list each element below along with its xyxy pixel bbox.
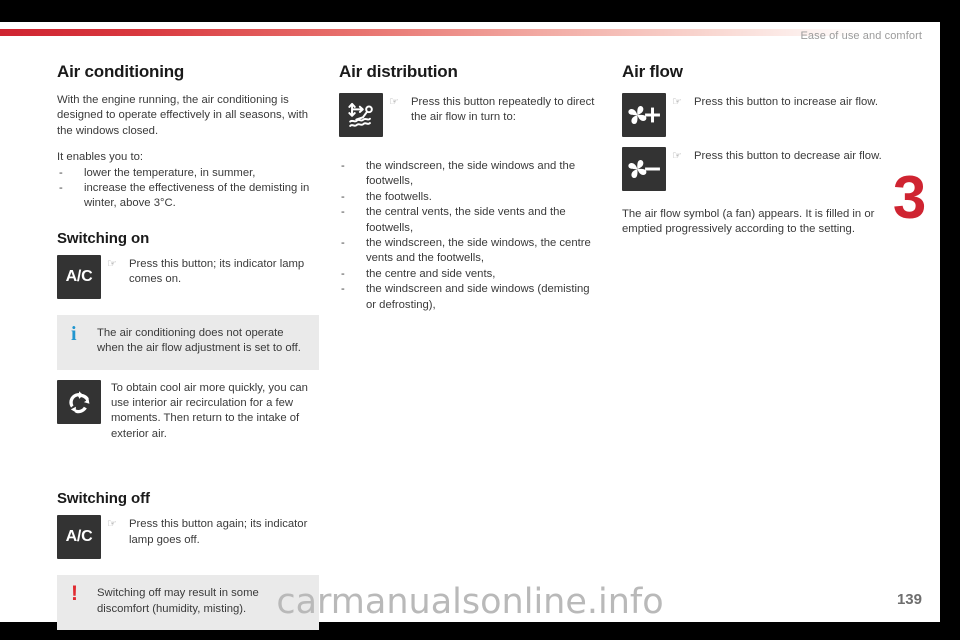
info-callout-text: The air conditioning does not operate wh… — [97, 326, 301, 355]
warning-icon: ! — [71, 582, 78, 606]
pointing-hand-icon: ☞ — [107, 518, 117, 531]
switching-off-caption-wrap: ☞ Press this button again; its indicator… — [101, 515, 319, 548]
list-item-label: the centre and side vents, — [366, 267, 496, 280]
warning-callout-text: Switching off may result in some discomf… — [97, 587, 259, 615]
air-flow-increase-caption-wrap: ☞ Press this button to increase air flow… — [666, 93, 884, 110]
dash-bullet: - — [341, 283, 345, 296]
fan-plus-icon[interactable] — [622, 93, 666, 137]
switching-off-caption: Press this button again; its indicator l… — [129, 518, 308, 546]
recirculation-note: To obtain cool air more quickly, you can… — [111, 381, 308, 440]
dash-bullet: - — [341, 206, 345, 219]
switching-on-caption-wrap: ☞ Press this button; its indicator lamp … — [101, 255, 319, 288]
list-item: - lower the temperature, in summer, — [57, 166, 319, 181]
air-recirculation-icon[interactable] — [57, 379, 101, 424]
enables-lead: It enables you to: — [57, 151, 144, 164]
air-flow-closing-paragraph: The air flow symbol (a fan) appears. It … — [622, 208, 875, 236]
list-item: - the centre and side vents, — [339, 267, 601, 282]
air-distribution-icon[interactable] — [339, 93, 383, 137]
list-item-label: the footwells. — [366, 190, 432, 203]
info-callout: i The air conditioning does not operate … — [57, 314, 319, 370]
pointing-hand-icon: ☞ — [672, 150, 682, 162]
dash-bullet: - — [59, 182, 63, 195]
switching-off-row: A/C ☞ Press this button again; its indic… — [57, 515, 319, 560]
dash-bullet: - — [59, 166, 63, 179]
header-rule — [0, 29, 940, 36]
list-item: - the footwells. — [339, 190, 601, 205]
pointing-hand-icon: ☞ — [107, 257, 117, 270]
air-flow-decrease-caption: Press this button to decrease air flow. — [694, 150, 882, 162]
list-item-label: lower the temperature, in summer, — [84, 166, 256, 179]
page-number: 139 — [896, 591, 922, 608]
enables-list: - lower the temperature, in summer, - in… — [57, 166, 319, 212]
fan-minus-icon[interactable] — [622, 147, 666, 191]
subtitle-switching-on: Switching on — [57, 229, 150, 247]
dash-bullet: - — [341, 237, 345, 250]
pointing-hand-icon: ☞ — [672, 96, 682, 108]
air-flow-increase-caption: Press this button to increase air flow. — [694, 96, 878, 108]
list-item: - the central vents, the side vents and … — [339, 205, 601, 236]
dash-bullet: - — [341, 160, 345, 172]
ac-button-label-off: A/C — [65, 528, 93, 546]
section-title-air-distribution: Air distribution — [339, 62, 458, 81]
dash-bullet: - — [341, 190, 345, 203]
ac-button-label: A/C — [65, 267, 93, 285]
list-item: - increase the effectiveness of the demi… — [57, 181, 319, 212]
page-title: Air conditioning — [57, 62, 185, 81]
subtitle-switching-off: Switching off — [57, 490, 150, 508]
list-item-label: the windscreen, the side windows and the… — [366, 160, 576, 188]
list-item: - the windscreen, the side windows, the … — [339, 236, 601, 267]
switching-on-caption: Press this button; its indicator lamp co… — [129, 257, 305, 286]
air-distribution-caption-wrap: ☞ Press this button repeatedly to direct… — [383, 93, 601, 126]
list-item-label: the windscreen, the side windows, the ce… — [366, 237, 591, 265]
info-icon: i — [71, 322, 77, 345]
switching-on-row: A/C ☞ Press this button; its indicator l… — [57, 254, 319, 299]
list-item-label: the central vents, the side vents and th… — [366, 206, 566, 234]
list-item: - the windscreen and side windows (demis… — [339, 282, 601, 313]
air-distribution-destinations: - the windscreen, the side windows and t… — [339, 159, 601, 313]
list-item-label: increase the effectiveness of the demist… — [84, 182, 310, 210]
section-title-air-flow: Air flow — [622, 62, 683, 81]
air-flow-decrease-caption-wrap: ☞ Press this button to decrease air flow… — [666, 147, 884, 164]
dash-bullet: - — [341, 267, 345, 280]
ac-button-icon[interactable]: A/C — [57, 254, 101, 299]
manual-page: Ease of use and comfort 3 Air conditioni… — [0, 22, 940, 631]
air-distribution-row: ☞ Press this button repeatedly to direct… — [339, 93, 601, 137]
list-item-label: the windscreen and side windows (demisti… — [366, 283, 590, 311]
running-header: Ease of use and comfort — [800, 30, 922, 42]
recirculation-row: To obtain cool air more quickly, you can… — [57, 379, 319, 443]
air-flow-decrease-row: ☞ Press this button to decrease air flow… — [622, 147, 884, 191]
air-flow-increase-row: ☞ Press this button to increase air flow… — [622, 93, 884, 137]
air-distribution-caption: Press this button repeatedly to direct t… — [411, 96, 595, 124]
column-air-conditioning: Air conditioning With the engine running… — [57, 62, 319, 640]
list-item: - the windscreen, the side windows and t… — [339, 159, 601, 190]
warning-callout: ! Switching off may result in some disco… — [57, 575, 319, 631]
chapter-number-tab: 3 — [892, 164, 926, 231]
column-air-flow: Air flow ☞ Press this button to increase… — [622, 62, 884, 249]
ac-button-icon-off[interactable]: A/C — [57, 515, 101, 560]
column-air-distribution: Air distribution ☞ Press this button rep… — [339, 62, 601, 313]
pointing-hand-icon: ☞ — [389, 96, 399, 108]
intro-paragraph: With the engine running, the air conditi… — [57, 94, 308, 137]
